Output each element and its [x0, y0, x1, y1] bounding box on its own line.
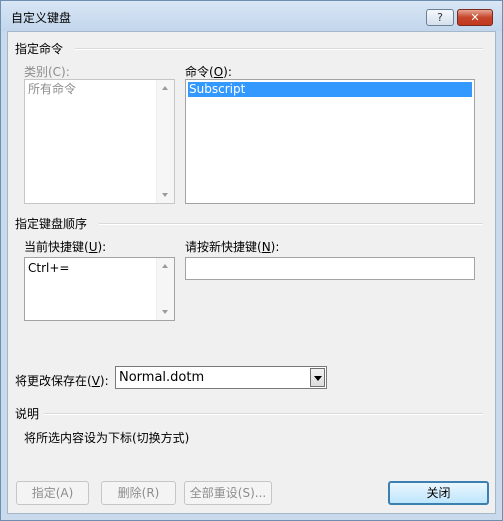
chevron-down-icon [314, 376, 322, 381]
separator [75, 48, 483, 50]
categories-scrollbar[interactable] [156, 80, 174, 203]
commands-label: 命令(O): [185, 65, 232, 79]
scroll-down-icon[interactable] [162, 193, 168, 197]
title-bar[interactable]: 自定义键盘 ? ✕ [1, 1, 502, 31]
help-button[interactable]: ? [426, 9, 454, 26]
scroll-up-icon[interactable] [162, 264, 168, 268]
customize-keyboard-dialog: 自定义键盘 ? ✕ 指定命令 类别(C): 所有命令 命令(O): Subscr… [0, 0, 503, 521]
current-keys-scrollbar[interactable] [156, 258, 174, 320]
description-text: 将所选内容设为下标(切换方式) [24, 431, 190, 445]
specify-command-heading: 指定命令 [15, 42, 64, 56]
categories-label: 类别(C): [24, 65, 70, 79]
save-in-label: 将更改保存在(V): [15, 374, 109, 388]
remove-button[interactable]: 删除(R) [101, 481, 176, 505]
save-in-value: Normal.dotm [119, 370, 205, 385]
separator [99, 223, 483, 225]
scroll-up-icon[interactable] [162, 86, 168, 90]
key-sequence-heading: 指定键盘顺序 [15, 217, 88, 231]
dialog-body: 指定命令 类别(C): 所有命令 命令(O): Subscript 指定键盘顺序… [7, 31, 496, 514]
list-item[interactable]: Ctrl+= [27, 261, 172, 276]
new-key-input[interactable] [185, 257, 475, 280]
scroll-down-icon[interactable] [162, 310, 168, 314]
window-title: 自定义键盘 [11, 11, 72, 25]
separator [44, 413, 483, 415]
save-in-dropdown[interactable]: Normal.dotm [115, 366, 327, 389]
dropdown-button[interactable] [310, 368, 325, 387]
reset-all-button[interactable]: 全部重设(S)... [184, 481, 272, 505]
assign-button[interactable]: 指定(A) [16, 481, 89, 505]
close-window-button[interactable]: ✕ [457, 9, 493, 26]
current-keys-label: 当前快捷键(U): [24, 240, 107, 254]
commands-list[interactable]: Subscript [185, 79, 475, 204]
current-keys-list[interactable]: Ctrl+= [24, 257, 175, 321]
description-heading: 说明 [15, 407, 40, 421]
categories-list[interactable]: 所有命令 [24, 79, 175, 204]
new-key-label: 请按新快捷键(N): [185, 240, 280, 254]
list-item[interactable]: 所有命令 [27, 82, 172, 97]
close-button[interactable]: 关闭 [388, 481, 489, 505]
list-item-selected[interactable]: Subscript [188, 82, 472, 97]
